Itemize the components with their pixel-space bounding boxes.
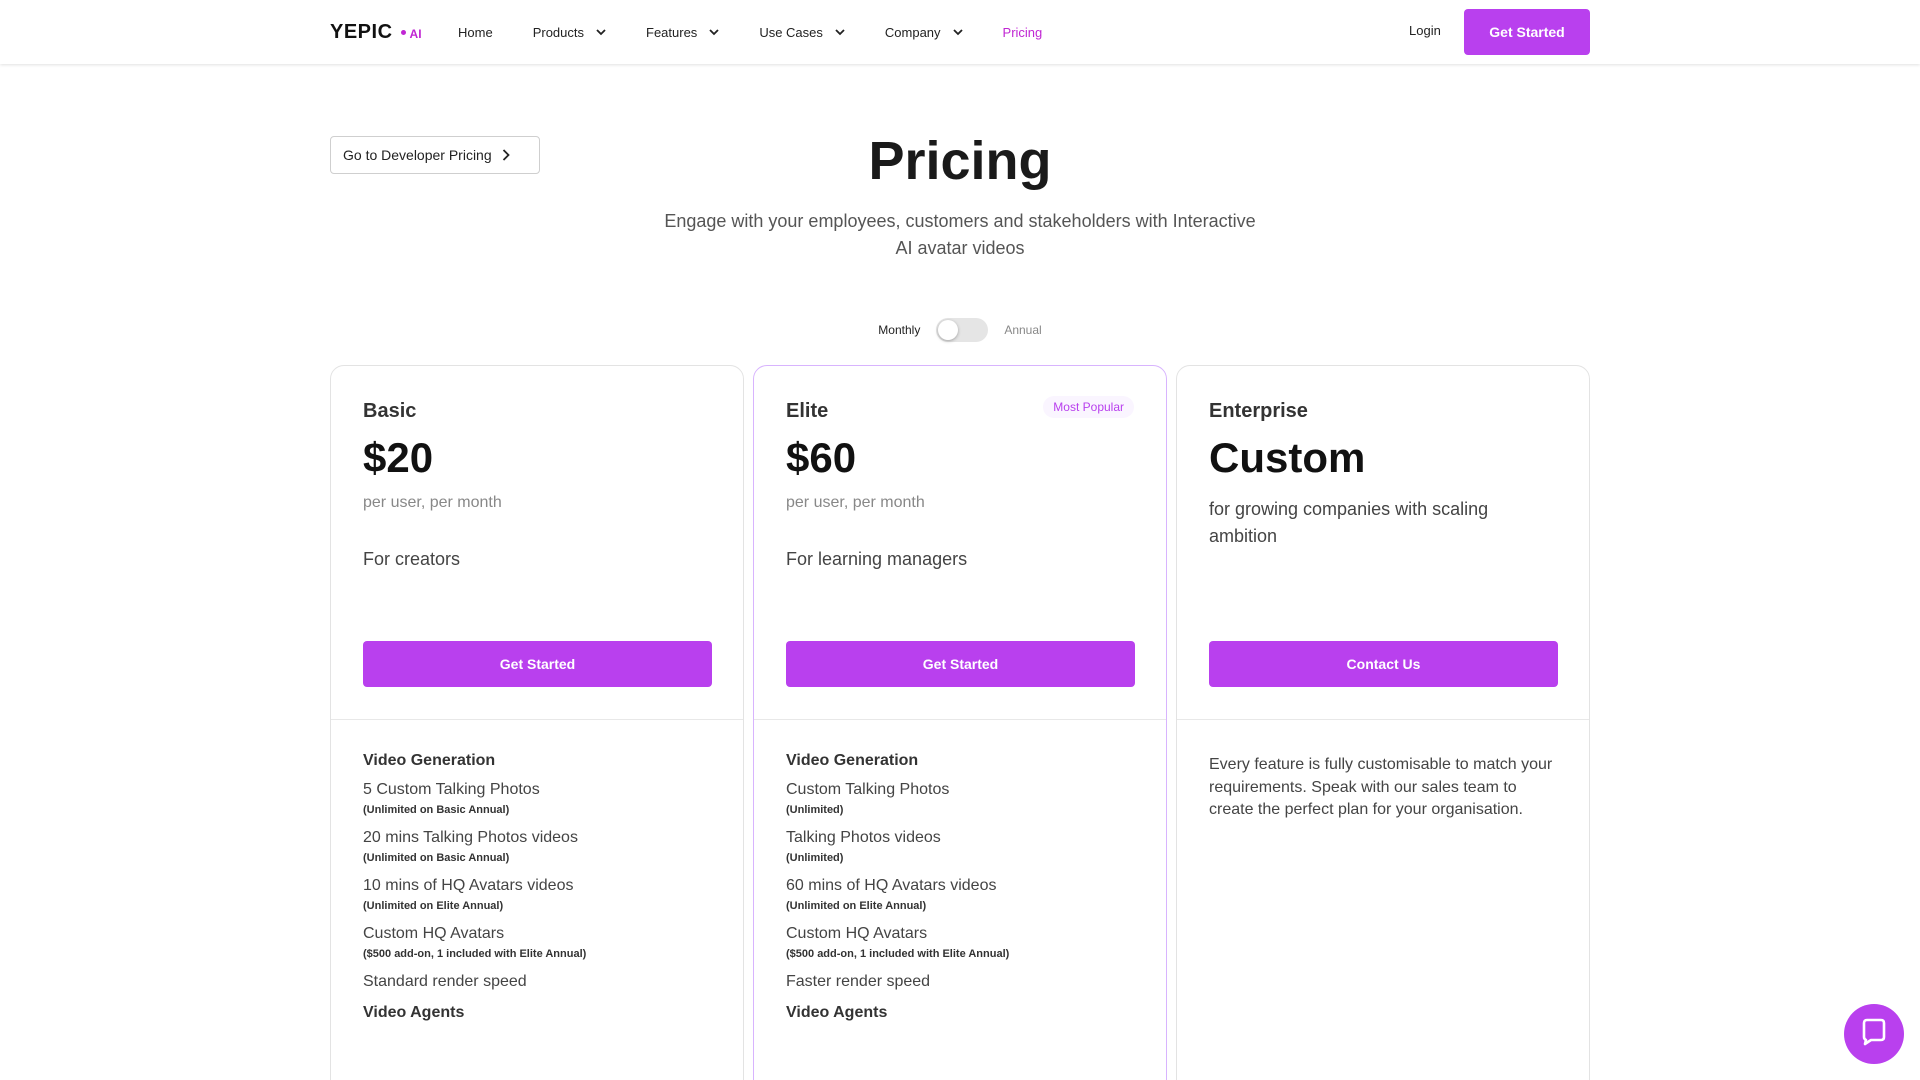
plan-card-elite: Elite Most Popular $60 per user, per mon… (753, 365, 1167, 1080)
feature-note: ($500 add-on, 1 included with Elite Annu… (363, 948, 587, 960)
feature-item: 20 mins Talking Photos videos (Unlimited… (363, 828, 723, 864)
plan-name: Basic (363, 400, 417, 422)
plan-price-period: per user, per month (363, 494, 502, 511)
feature-note: ($500 add-on, 1 included with Elite Annu… (786, 948, 1010, 960)
plan-name: Elite (786, 400, 829, 422)
feature-item: Standard render speed (363, 972, 723, 992)
feature-note: (Unlimited) (786, 804, 844, 816)
nav-item-label: Company (884, 24, 941, 40)
feature-text: 60 mins of HQ Avatars videos (786, 877, 997, 894)
feature-item: 5 Custom Talking Photos (Unlimited on Ba… (363, 780, 723, 816)
nav-item-home[interactable]: Home (458, 25, 493, 40)
top-navbar: YEPIC AI Home Products Features Use Case… (0, 0, 1920, 64)
page-title: Pricing (868, 131, 1052, 191)
plan-audience: For learning managers (786, 549, 968, 569)
billing-toggle-group: Monthly Annual (0, 318, 1920, 342)
nav-item-label: Products (532, 24, 584, 40)
feature-item: Talking Photos videos (Unlimited) (786, 828, 1146, 864)
logo-dot-icon (400, 30, 406, 35)
main-menu: Home Products Features Use Cases Company (458, 0, 1082, 64)
nav-item-label: Use Cases (759, 24, 823, 40)
feature-text: 10 mins of HQ Avatars videos (363, 877, 574, 894)
feature-text: Custom Talking Photos (786, 781, 950, 798)
card-divider (754, 719, 1166, 720)
chevron-down-icon (596, 28, 606, 36)
contact-us-button[interactable]: Contact Us (1209, 641, 1558, 687)
plan-description: for growing companies with scaling ambit… (1209, 499, 1489, 546)
nav-item-pricing[interactable]: Pricing (1003, 25, 1043, 40)
feature-item: Custom HQ Avatars ($500 add-on, 1 includ… (363, 924, 723, 960)
billing-period-toggle[interactable] (936, 318, 989, 342)
feature-note: (Unlimited on Basic Annual) (363, 852, 510, 864)
enterprise-features-text: Every feature is fully customisable to m… (1209, 756, 1553, 818)
feature-item: 10 mins of HQ Avatars videos (Unlimited … (363, 876, 723, 912)
feature-text: 5 Custom Talking Photos (363, 781, 540, 798)
feature-text: 20 mins Talking Photos videos (363, 829, 578, 846)
plan-price: Custom (1209, 434, 1366, 481)
plan-price: $60 (786, 434, 857, 481)
toggle-knob (938, 320, 959, 340)
logo-suffix: AI (409, 27, 422, 41)
plan-features: Video Generation Custom Talking Photos (… (786, 752, 1146, 1032)
plan-card-basic: Basic $20 per user, per month For creato… (330, 365, 744, 1080)
chevron-down-icon (952, 28, 963, 36)
plan-card-enterprise: Enterprise Custom for growing companies … (1176, 365, 1590, 1080)
card-divider (331, 719, 743, 720)
billing-annual-label[interactable]: Annual (1004, 323, 1041, 337)
most-popular-badge: Most Popular (1043, 396, 1134, 418)
plan-price-period: per user, per month (786, 494, 925, 511)
chevron-down-icon (709, 28, 719, 36)
feature-item: Custom HQ Avatars ($500 add-on, 1 includ… (786, 924, 1146, 960)
feature-text: Faster render speed (786, 973, 931, 990)
nav-item-use-cases[interactable]: Use Cases (759, 25, 845, 40)
feature-item: Custom Talking Photos (Unlimited) (786, 780, 1146, 816)
feature-text: Standard render speed (363, 973, 527, 990)
feature-section-title: Video Agents (363, 1004, 465, 1021)
feature-note: (Unlimited on Basic Annual) (363, 804, 510, 816)
feature-text: Talking Photos videos (786, 829, 941, 846)
elite-get-started-button[interactable]: Get Started (786, 641, 1135, 687)
login-link[interactable]: Login (1409, 23, 1441, 38)
logo-text: YEPIC (330, 21, 393, 43)
nav-item-company[interactable]: Company (885, 25, 963, 40)
feature-note: (Unlimited on Elite Annual) (363, 900, 504, 912)
feature-section-title: Video Generation (786, 752, 919, 769)
basic-get-started-button[interactable]: Get Started (363, 641, 712, 687)
feature-text: Custom HQ Avatars (363, 925, 505, 942)
plan-features: Video Generation 5 Custom Talking Photos… (363, 752, 723, 1032)
chevron-down-icon (835, 28, 845, 36)
feature-section-title: Video Agents (786, 1004, 888, 1021)
billing-monthly-label[interactable]: Monthly (878, 323, 920, 337)
chat-widget-button[interactable] (1844, 1004, 1904, 1064)
nav-item-features[interactable]: Features (646, 25, 719, 40)
card-divider (1177, 719, 1589, 720)
feature-note: (Unlimited) (786, 852, 844, 864)
yepic-logo[interactable]: YEPIC AI (330, 21, 422, 44)
plan-price: $20 (363, 434, 434, 481)
page-subtitle: Engage with your employees, customers an… (664, 211, 1256, 258)
feature-item: 60 mins of HQ Avatars videos (Unlimited … (786, 876, 1146, 912)
plan-name: Enterprise (1209, 400, 1308, 422)
chat-bubble-icon (1859, 1017, 1889, 1052)
nav-item-label: Home (458, 24, 493, 40)
feature-note: (Unlimited on Elite Annual) (786, 900, 927, 912)
nav-item-products[interactable]: Products (533, 25, 606, 40)
nav-item-label: Pricing (1002, 24, 1043, 40)
get-started-button[interactable]: Get Started (1464, 9, 1590, 55)
nav-item-label: Features (646, 24, 698, 40)
plan-audience: For creators (363, 549, 461, 569)
feature-text: Custom HQ Avatars (786, 925, 928, 942)
feature-item: Faster render speed (786, 972, 1146, 992)
feature-section-title: Video Generation (363, 752, 496, 769)
